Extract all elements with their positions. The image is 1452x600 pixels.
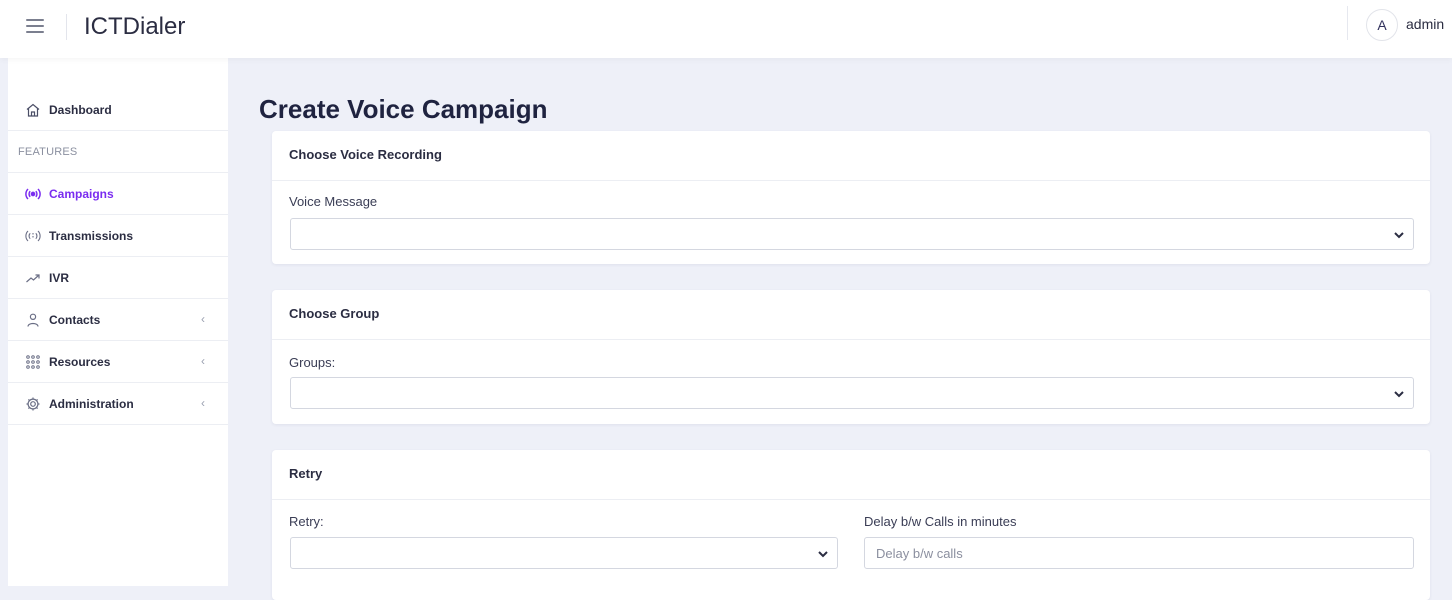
sidebar-item-label: Contacts: [49, 312, 101, 327]
menu-toggle-icon[interactable]: [26, 19, 44, 35]
choose-group-card: Choose Group Groups:: [272, 290, 1430, 424]
sidebar-item-label: Campaigns: [49, 186, 114, 201]
page-title: Create Voice Campaign: [259, 94, 548, 124]
app-title: ICTDialer: [84, 13, 186, 40]
sidebar-item-label: Transmissions: [49, 228, 134, 243]
chevron-left-icon: ‹: [201, 396, 205, 410]
user-icon: [25, 312, 41, 328]
sidebar-nav: Dashboard FEATURES Campaigns Transmissio…: [8, 89, 228, 425]
chevron-down-icon: [818, 551, 828, 558]
grid-icon: [25, 354, 41, 370]
gear-icon: [25, 396, 41, 412]
sidebar-item-administration[interactable]: Administration ‹: [8, 383, 228, 425]
user-menu-name[interactable]: admin: [1406, 16, 1444, 32]
divider: [66, 14, 67, 40]
sidebar-item-campaigns[interactable]: Campaigns: [8, 173, 228, 215]
divider: [1347, 6, 1348, 40]
sidebar-item-dashboard[interactable]: Dashboard: [8, 89, 228, 131]
trending-up-icon: [25, 270, 41, 286]
sidebar-item-contacts[interactable]: Contacts ‹: [8, 299, 228, 341]
voice-recording-card: Choose Voice Recording Voice Message: [272, 131, 1430, 264]
retry-card: Retry Retry: Delay b/w Calls in minutes: [272, 450, 1430, 600]
sidebar-item-label: Dashboard: [49, 102, 112, 117]
sidebar-item-label: Resources: [49, 354, 111, 369]
retry-label: Retry:: [289, 514, 324, 529]
voice-message-select[interactable]: [290, 218, 1414, 250]
sidebar-item-transmissions[interactable]: Transmissions: [8, 215, 228, 257]
chevron-left-icon: ‹: [201, 312, 205, 326]
card-header: Choose Voice Recording: [272, 131, 1430, 181]
signal-icon: [25, 228, 41, 244]
sidebar-section-features: FEATURES: [8, 131, 228, 173]
chevron-down-icon: [1394, 391, 1404, 398]
groups-select[interactable]: [290, 377, 1414, 409]
sidebar-item-ivr[interactable]: IVR: [8, 257, 228, 299]
sidebar-item-label: IVR: [49, 270, 70, 285]
sidebar-section-label: FEATURES: [18, 145, 78, 158]
sidebar-item-label: Administration: [49, 396, 134, 411]
delay-input[interactable]: [864, 537, 1414, 569]
sidebar: Dashboard FEATURES Campaigns Transmissio…: [8, 58, 228, 586]
sidebar-item-resources[interactable]: Resources ‹: [8, 341, 228, 383]
chevron-left-icon: ‹: [201, 354, 205, 368]
chevron-down-icon: [1394, 232, 1404, 239]
retry-select[interactable]: [290, 537, 838, 569]
top-bar: ICTDialer A admin: [0, 0, 1452, 58]
broadcast-icon: [25, 186, 41, 202]
card-header: Retry: [272, 450, 1430, 500]
avatar[interactable]: A: [1366, 9, 1398, 41]
voice-message-label: Voice Message: [289, 194, 378, 209]
card-header: Choose Group: [272, 290, 1430, 340]
delay-label: Delay b/w Calls in minutes: [864, 514, 1017, 529]
home-icon: [25, 102, 41, 118]
groups-label: Groups:: [289, 355, 336, 370]
